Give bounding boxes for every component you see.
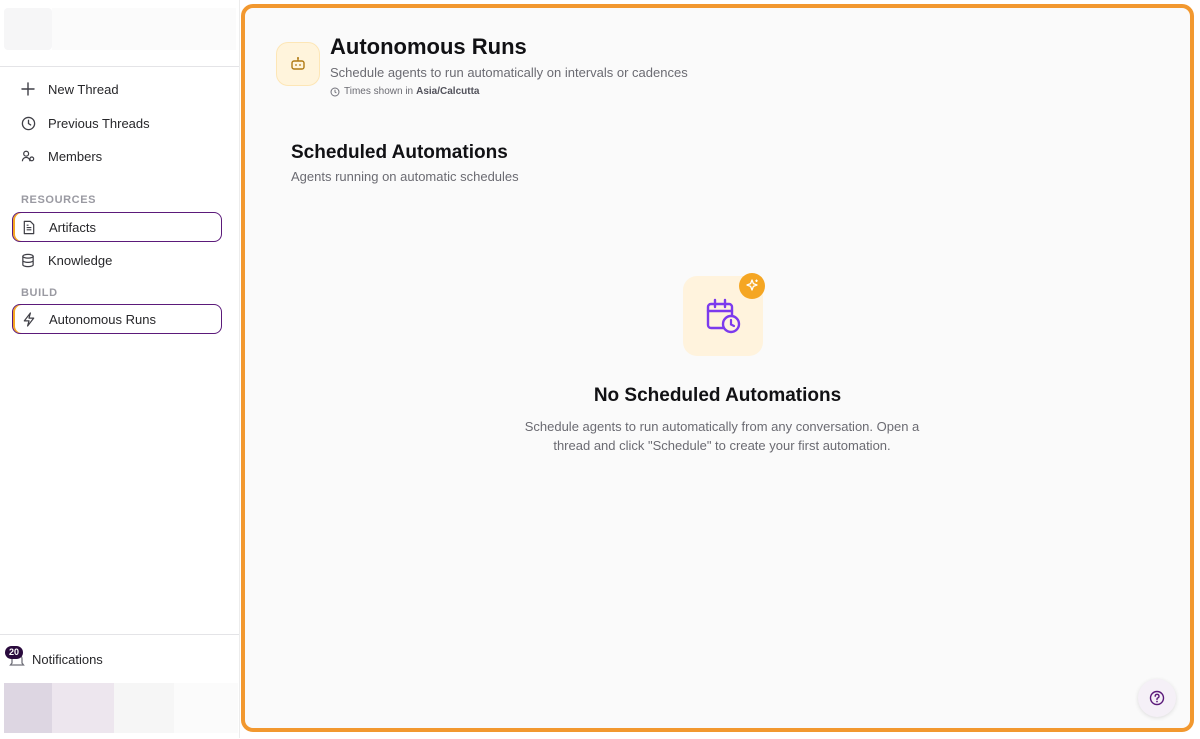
help-icon bbox=[1149, 690, 1165, 706]
empty-state-title: No Scheduled Automations bbox=[593, 385, 842, 406]
notifications-button[interactable]: 20 Notifications bbox=[5, 646, 103, 669]
user-info-block bbox=[114, 683, 174, 733]
nav-knowledge[interactable]: Knowledge bbox=[12, 245, 222, 275]
nav-new-thread[interactable]: New Thread bbox=[12, 74, 222, 104]
lightning-icon bbox=[21, 311, 37, 327]
clock-icon bbox=[20, 115, 36, 131]
nav-label: Artifacts bbox=[49, 219, 96, 235]
resources-section-label: RESOURCES bbox=[21, 194, 97, 206]
nav-label: Autonomous Runs bbox=[49, 311, 156, 327]
user-info-block bbox=[52, 683, 114, 733]
timezone-note: Times shown in Asia/Calcutta bbox=[330, 86, 479, 97]
timezone-value: Asia/Calcutta bbox=[416, 86, 480, 97]
nav-members[interactable]: Members bbox=[12, 141, 222, 171]
nav-label: New Thread bbox=[48, 81, 119, 97]
page-subtitle: Schedule agents to run automatically on … bbox=[330, 65, 688, 80]
help-button[interactable] bbox=[1138, 679, 1176, 717]
sidebar: New Thread Previous Threads Members RESO… bbox=[0, 0, 240, 738]
build-section-label: BUILD bbox=[21, 287, 58, 299]
nav-autonomous-runs[interactable]: Autonomous Runs bbox=[12, 304, 222, 334]
sparkle-icon bbox=[739, 273, 765, 299]
bell-icon: 20 bbox=[5, 646, 26, 669]
workspace-name bbox=[52, 8, 236, 50]
workspace-logo[interactable] bbox=[4, 8, 52, 50]
main-panel: Autonomous Runs Schedule agents to run a… bbox=[241, 4, 1194, 732]
page-title: Autonomous Runs bbox=[330, 34, 527, 59]
notification-count-badge: 20 bbox=[5, 646, 24, 659]
plus-icon bbox=[20, 81, 36, 97]
user-info-block bbox=[174, 683, 238, 733]
nav-label: Members bbox=[48, 148, 103, 164]
notifications-label: Notifications bbox=[32, 651, 103, 667]
database-icon bbox=[20, 252, 36, 268]
section-title: Scheduled Automations bbox=[291, 142, 508, 163]
sidebar-header bbox=[0, 0, 239, 67]
document-icon bbox=[21, 219, 37, 235]
timezone-prefix: Times shown in bbox=[344, 86, 414, 97]
nav-label: Knowledge bbox=[48, 252, 113, 268]
sidebar-footer: 20 Notifications bbox=[0, 634, 239, 739]
robot-icon bbox=[276, 42, 320, 86]
avatar bbox=[4, 683, 52, 733]
nav-artifacts[interactable]: Artifacts bbox=[12, 212, 222, 242]
members-icon bbox=[20, 148, 36, 164]
nav-label: Previous Threads bbox=[48, 115, 150, 131]
section-subtitle: Agents running on automatic schedules bbox=[291, 169, 519, 184]
clock-icon bbox=[330, 87, 340, 96]
user-profile-area[interactable] bbox=[4, 683, 238, 733]
empty-state-description: Schedule agents to run automatically fro… bbox=[524, 419, 920, 453]
nav-previous-threads[interactable]: Previous Threads bbox=[12, 108, 222, 138]
